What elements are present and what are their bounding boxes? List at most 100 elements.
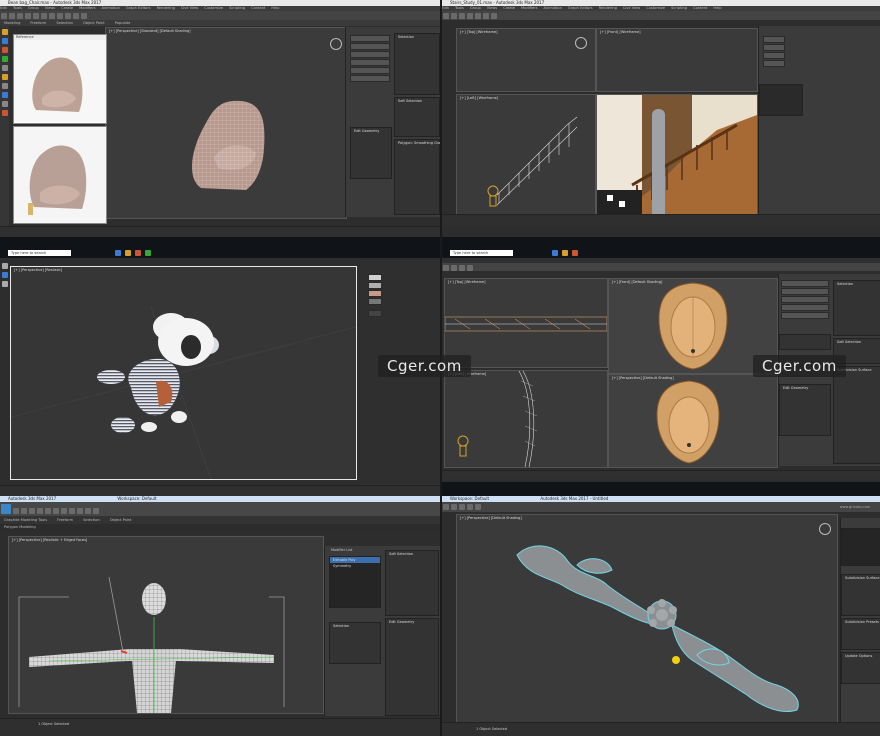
command-button[interactable]: [781, 304, 829, 311]
app-icon[interactable]: [1, 83, 8, 89]
rollout-smoothing-groups[interactable]: Polygon: Smoothing Groups: [394, 139, 440, 215]
menu-item[interactable]: Scripting: [229, 6, 245, 10]
modifier-stack[interactable]: Editable Poly Symmetry: [329, 556, 381, 608]
ribbon-tab[interactable]: Modeling: [0, 21, 20, 25]
redo-icon[interactable]: [451, 12, 457, 19]
rollout-edit-geometry[interactable]: Edit Geometry: [385, 618, 439, 716]
menu-item[interactable]: Content: [251, 6, 265, 10]
app-icon[interactable]: [115, 250, 121, 256]
command-button[interactable]: [781, 296, 829, 303]
modifier-list-label[interactable]: Modifier List: [331, 548, 352, 552]
scale-icon[interactable]: [467, 264, 473, 271]
reference-image-window[interactable]: Reference: [13, 34, 107, 124]
menu-item[interactable]: Rendering: [157, 6, 175, 10]
viewport-top[interactable]: [+] [Top] [Wireframe]: [456, 28, 596, 92]
undo-icon[interactable]: [13, 508, 19, 514]
render-icon[interactable]: [93, 508, 99, 514]
folder-icon[interactable]: [1, 29, 8, 35]
mirror-icon[interactable]: [65, 12, 71, 19]
scale-icon[interactable]: [53, 508, 59, 514]
rotate-icon[interactable]: [45, 508, 51, 514]
command-button[interactable]: [350, 75, 390, 82]
menu-item[interactable]: Tools: [455, 6, 464, 10]
scale-icon[interactable]: [49, 12, 55, 19]
stack-item[interactable]: Symmetry: [330, 563, 380, 569]
command-button[interactable]: [763, 60, 785, 67]
menu-item[interactable]: Tools: [13, 6, 22, 10]
move-icon[interactable]: [451, 264, 457, 271]
rollout-soft-selection[interactable]: Soft Selection: [394, 97, 440, 137]
align-icon[interactable]: [77, 508, 83, 514]
ribbon-tab[interactable]: Freeform: [26, 21, 46, 25]
menu-item[interactable]: Help: [271, 6, 279, 10]
menu-item[interactable]: Group: [470, 6, 481, 10]
snap-icon[interactable]: [61, 508, 67, 514]
layer-icon[interactable]: [85, 508, 91, 514]
viewport-perspective[interactable]: [+] [Perspective] [Standard] [Default Sh…: [105, 27, 347, 219]
ribbon-tab[interactable]: Selection: [79, 518, 100, 522]
rollout-presets[interactable]: Subdivision Presets: [841, 618, 880, 650]
menu-item[interactable]: Civil View: [623, 6, 640, 10]
material-swatch[interactable]: [368, 310, 382, 317]
menu-item[interactable]: Views: [45, 6, 55, 10]
reference-image-window[interactable]: [13, 126, 107, 224]
app-icon[interactable]: [552, 250, 558, 256]
rotate-icon[interactable]: [475, 12, 481, 19]
menu-item[interactable]: Scripting: [671, 6, 687, 10]
move-icon[interactable]: [37, 508, 43, 514]
command-button[interactable]: [781, 280, 829, 287]
rollout-subdivision[interactable]: Subdivision Surface: [841, 574, 880, 616]
command-button[interactable]: [763, 44, 785, 51]
material-swatch[interactable]: [368, 290, 382, 297]
render-icon[interactable]: [81, 12, 87, 19]
rollout-edit-geometry[interactable]: Edit Geometry: [350, 127, 392, 179]
rotate-icon[interactable]: [41, 12, 47, 19]
command-button[interactable]: [781, 288, 829, 295]
menu-item[interactable]: Customize: [646, 6, 665, 10]
command-button[interactable]: [350, 67, 390, 74]
rotate-icon[interactable]: [459, 503, 465, 510]
command-button[interactable]: [763, 52, 785, 59]
redo-icon[interactable]: [9, 12, 15, 19]
menu-item[interactable]: Animation: [544, 6, 562, 10]
menu-item[interactable]: Create: [503, 6, 515, 10]
tool-icon[interactable]: [1, 263, 8, 269]
menu-item[interactable]: Create: [61, 6, 73, 10]
rollout-selection[interactable]: Selection: [329, 622, 381, 664]
command-button[interactable]: [781, 312, 829, 319]
taskbar-search[interactable]: Type here to search: [8, 250, 71, 256]
app-icon[interactable]: [1, 56, 8, 62]
folder-icon[interactable]: [562, 250, 568, 256]
ribbon-tab[interactable]: Selection: [52, 21, 73, 25]
material-swatch[interactable]: [368, 274, 382, 281]
rollout-subdivision[interactable]: Subdivision Surface: [833, 366, 880, 464]
folder-icon[interactable]: [125, 250, 131, 256]
material-swatch[interactable]: [368, 298, 382, 305]
move-icon[interactable]: [451, 503, 457, 510]
app-icon[interactable]: [135, 250, 141, 256]
snap-icon[interactable]: [57, 12, 63, 19]
render-icon[interactable]: [491, 12, 497, 19]
modifier-stack[interactable]: [779, 334, 831, 350]
menu-item[interactable]: Edit: [0, 6, 7, 10]
move-icon[interactable]: [467, 12, 473, 19]
color-swatch[interactable]: [759, 84, 803, 116]
menu-item[interactable]: Group: [28, 6, 39, 10]
select-icon[interactable]: [443, 503, 449, 510]
menu-item[interactable]: Modifiers: [79, 6, 95, 10]
menu-item[interactable]: Content: [693, 6, 707, 10]
app-icon[interactable]: [1, 47, 8, 53]
ribbon-tab[interactable]: Object Paint: [106, 518, 132, 522]
rollout-update-options[interactable]: Update Options: [841, 652, 880, 684]
taskbar-search[interactable]: Type here to search: [450, 250, 513, 256]
link-icon[interactable]: [17, 12, 23, 19]
folder-icon[interactable]: [1, 74, 8, 80]
viewport-left[interactable]: [+] [Left] [Wireframe]: [456, 94, 596, 216]
move-icon[interactable]: [33, 12, 39, 19]
rollout-soft-selection[interactable]: Soft Selection: [385, 550, 439, 616]
app-icon[interactable]: [145, 250, 151, 256]
scale-icon[interactable]: [467, 503, 473, 510]
viewport-perspective[interactable]: [+] [Perspective] [Realistic]: [596, 94, 758, 216]
select-icon[interactable]: [459, 12, 465, 19]
select-icon[interactable]: [29, 508, 35, 514]
